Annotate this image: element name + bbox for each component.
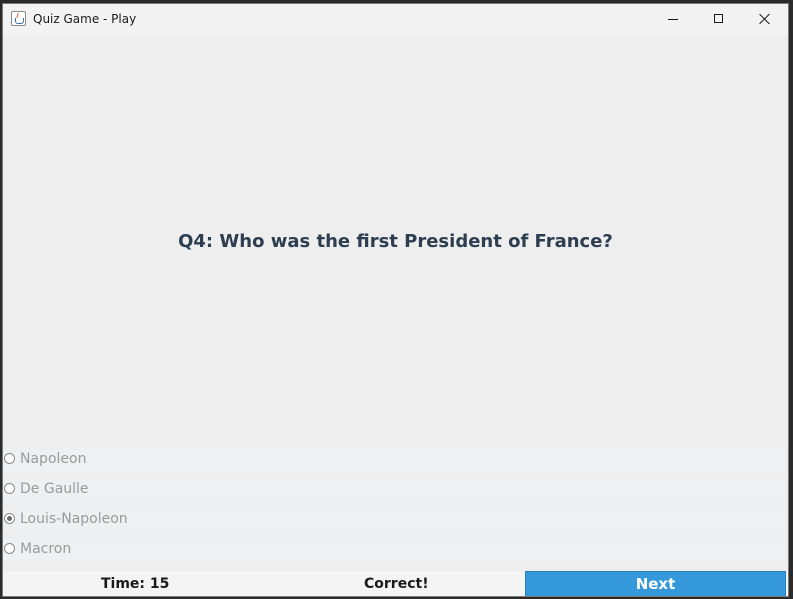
minimize-button[interactable] bbox=[650, 4, 696, 35]
option-napoleon[interactable]: Napoleon bbox=[3, 449, 786, 471]
option-label: Macron bbox=[20, 541, 72, 557]
option-macron[interactable]: Macron bbox=[3, 539, 786, 561]
next-button[interactable]: Next bbox=[525, 571, 786, 596]
close-icon bbox=[759, 13, 771, 25]
minimize-icon bbox=[668, 19, 678, 20]
window-title: Quiz Game - Play bbox=[33, 12, 137, 26]
quiz-content: Q4: Who was the first President of Franc… bbox=[3, 35, 788, 596]
close-button[interactable] bbox=[742, 4, 788, 35]
footer-bar: Time: 15 Correct! Next bbox=[3, 571, 788, 596]
result-label: Correct! bbox=[364, 576, 429, 592]
maximize-icon bbox=[714, 14, 723, 23]
radio-button[interactable] bbox=[4, 543, 15, 554]
option-louis-napoleon[interactable]: Louis-Napoleon bbox=[3, 509, 786, 531]
option-label: De Gaulle bbox=[20, 481, 89, 497]
maximize-button[interactable] bbox=[696, 4, 742, 35]
radio-button-selected[interactable] bbox=[4, 513, 15, 524]
title-bar[interactable]: Quiz Game - Play bbox=[3, 4, 788, 35]
question-text: Q4: Who was the first President of Franc… bbox=[178, 231, 613, 252]
radio-button[interactable] bbox=[4, 483, 15, 494]
option-label: Louis-Napoleon bbox=[20, 511, 128, 527]
option-de-gaulle[interactable]: De Gaulle bbox=[3, 479, 786, 501]
radio-button[interactable] bbox=[4, 453, 15, 464]
option-label: Napoleon bbox=[20, 451, 87, 467]
java-app-icon bbox=[11, 11, 26, 26]
timer-label: Time: 15 bbox=[101, 576, 170, 592]
quiz-window: Quiz Game - Play Q4: Who was the first P… bbox=[2, 3, 789, 597]
